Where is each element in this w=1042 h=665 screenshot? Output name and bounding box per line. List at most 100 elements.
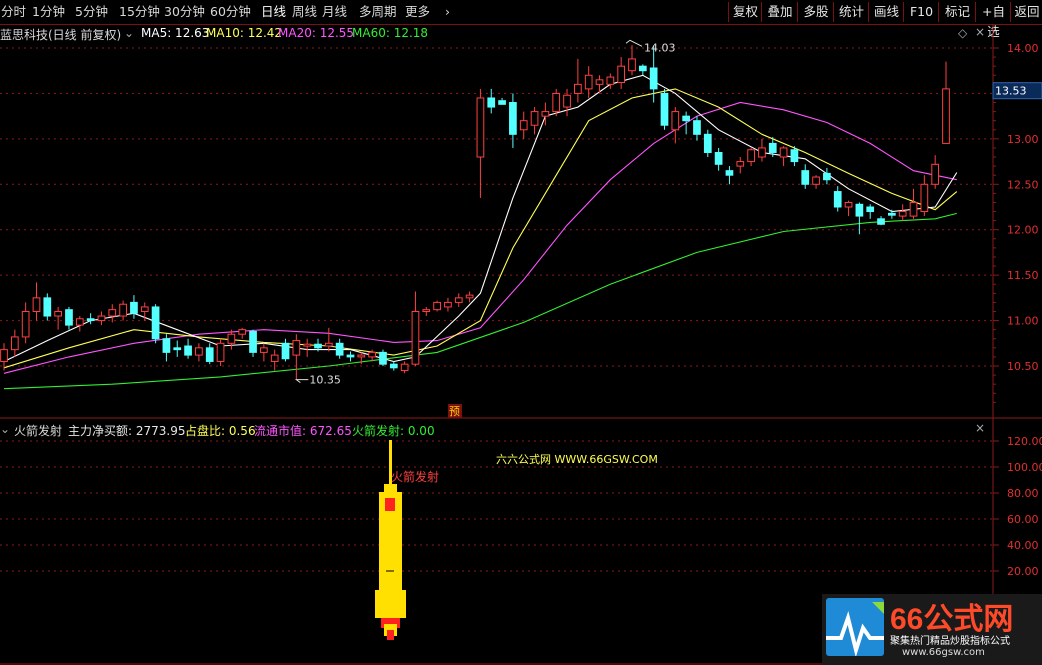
candle [584, 66, 593, 98]
ma-indicator-2: MA20: 12.55 [278, 26, 355, 40]
period-tab-10[interactable]: 更多 [405, 4, 430, 20]
grid-layer [0, 24, 1042, 665]
candle [898, 204, 907, 221]
sub-indicator-title: 火箭发射 [14, 424, 63, 438]
candle [487, 88, 496, 114]
candle [671, 107, 680, 144]
candle [108, 304, 117, 323]
period-tab-0[interactable]: 分时 [1, 4, 26, 20]
candle [10, 329, 19, 357]
high-price-label: 14.03 [644, 41, 676, 54]
toolbar-button-6[interactable]: 标记 [938, 2, 976, 22]
candle [444, 297, 452, 312]
stock-title: 蓝思科技(日线 前复权) [0, 28, 122, 42]
candle [260, 343, 268, 362]
toolbar-button-4[interactable]: 画线 [868, 2, 904, 22]
candle [844, 200, 853, 217]
period-tab-6[interactable]: 日线 [261, 4, 286, 20]
price-tick-label: 10.50 [1007, 360, 1039, 373]
candle [617, 57, 626, 89]
forecast-badge: 预 [448, 404, 462, 418]
candle [779, 146, 788, 167]
candle [433, 300, 441, 312]
candle [628, 45, 636, 76]
candle [530, 107, 539, 135]
candle [801, 164, 810, 189]
sub-field-2: 流通市值: 672.65 [254, 424, 352, 438]
candle [292, 334, 301, 380]
candle [238, 327, 247, 339]
candle [660, 88, 669, 130]
price-tick-label: 14.00 [1007, 42, 1039, 55]
candle [216, 338, 225, 366]
period-tab-2[interactable]: 5分钟 [75, 4, 108, 20]
candle [877, 216, 885, 226]
candle [335, 338, 344, 359]
pulse-logo-icon [826, 598, 884, 658]
candle [693, 116, 701, 141]
chevron-down-icon[interactable]: ⌄ [124, 26, 134, 40]
candle [823, 167, 831, 185]
period-tab-3[interactable]: 15分钟 [119, 4, 160, 20]
price-axis: 14.0013.5013.0012.5012.0011.5011.0010.50… [992, 42, 1042, 403]
candle [162, 334, 171, 362]
chevron-down-icon[interactable]: ⌄ [0, 422, 10, 436]
candle [812, 175, 820, 189]
candle [97, 311, 106, 326]
candle [422, 306, 431, 317]
candle [32, 282, 41, 321]
period-tab-5[interactable]: 60分钟 [210, 4, 251, 20]
toolbar-button-7[interactable]: +自选 [975, 2, 1011, 39]
candle [346, 351, 355, 362]
candle [942, 61, 950, 144]
candle [920, 175, 929, 217]
price-tick-label: 12.50 [1007, 178, 1039, 191]
period-tab-4[interactable]: 30分钟 [164, 4, 205, 20]
period-tab-7[interactable]: 周线 [292, 4, 317, 20]
chevron-right-icon[interactable]: › [445, 4, 450, 20]
candle [855, 202, 864, 235]
candle [552, 88, 561, 117]
candle [195, 343, 203, 362]
ma-indicator-3: MA60: 12.18 [352, 26, 429, 40]
candle [519, 111, 528, 139]
candle [758, 138, 766, 162]
candle [703, 129, 712, 158]
ma60-line [3, 212, 957, 390]
diamond-icon[interactable]: ◇ [958, 26, 967, 40]
close-icon[interactable]: × [975, 25, 985, 39]
candle [389, 361, 398, 371]
toolbar-button-3[interactable]: 统计 [833, 2, 869, 22]
toolbar-button-1[interactable]: 叠加 [761, 2, 798, 22]
candle [725, 166, 734, 185]
toolbar-button-0[interactable]: 复权 [728, 2, 762, 22]
period-tab-9[interactable]: 多周期 [359, 4, 397, 20]
sub-tick-label: 20.00 [1007, 565, 1039, 578]
candle [281, 338, 290, 362]
close-icon[interactable]: × [975, 421, 985, 435]
period-tab-8[interactable]: 月线 [322, 4, 347, 20]
candle [909, 188, 918, 219]
candle [736, 157, 745, 174]
period-tab-1[interactable]: 1分钟 [32, 4, 65, 20]
sub-field-1: 占盘比: 0.56 [185, 424, 256, 438]
candle [151, 304, 160, 344]
toolbar-button-5[interactable]: F10 [903, 2, 939, 22]
candle [682, 111, 690, 135]
toolbar-button-8[interactable]: 返回 [1010, 2, 1042, 22]
candle [86, 313, 95, 325]
watermark-text: 六六公式网 WWW.66GSW.COM [496, 453, 658, 466]
price-tick-label: 13.00 [1007, 133, 1039, 146]
low-price-label: 10.35 [309, 374, 341, 387]
candle [249, 329, 257, 357]
sub-tick-label: 100.00 [1007, 461, 1042, 474]
forecast-badge-text: 预 [449, 405, 460, 418]
price-tick-label: 12.00 [1007, 224, 1039, 237]
kline-chart: 14.0310.35预 14.0013.5013.0012.5012.0011.… [0, 24, 1042, 665]
toolbar-button-2[interactable]: 多股 [797, 2, 834, 22]
candle [747, 147, 755, 167]
candle [574, 58, 582, 103]
sub-tick-label: 80.00 [1007, 487, 1039, 500]
candle [119, 300, 127, 321]
candle [43, 293, 52, 321]
